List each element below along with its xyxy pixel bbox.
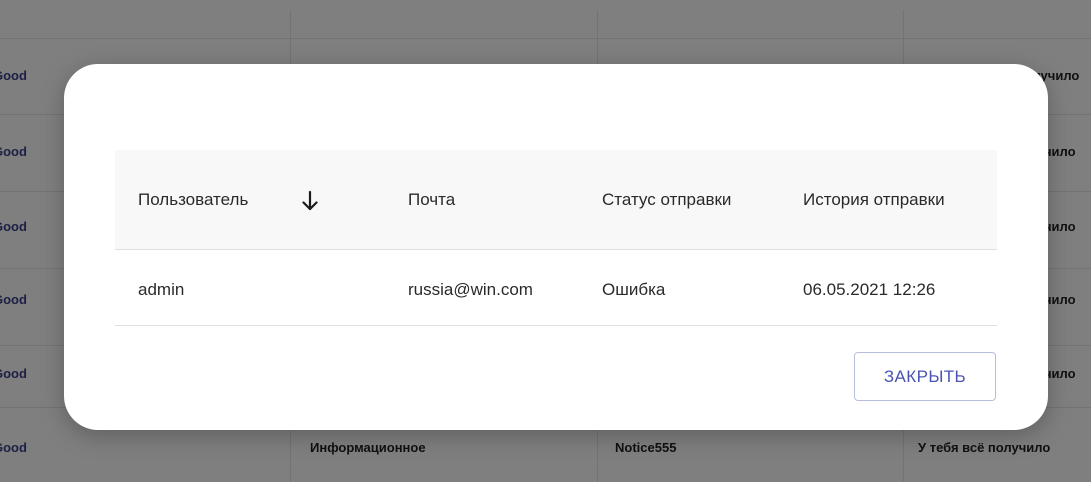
cell-history: 06.05.2021 12:26 bbox=[803, 280, 936, 299]
column-header-user[interactable]: Пользователь bbox=[138, 190, 248, 210]
close-button[interactable]: ЗАКРЫТЬ bbox=[854, 352, 996, 401]
column-header-history[interactable]: История отправки bbox=[803, 190, 945, 210]
arrow-down-icon[interactable] bbox=[302, 190, 318, 212]
cell-user: admin bbox=[138, 280, 185, 299]
cell-status: Ошибка bbox=[602, 280, 666, 299]
column-header-status[interactable]: Статус отправки bbox=[602, 190, 731, 210]
column-header-email[interactable]: Почта bbox=[408, 190, 455, 210]
send-history-table: Пользователь Почта Статус отправки Истор… bbox=[115, 150, 997, 326]
send-history-dialog: Пользователь Почта Статус отправки Истор… bbox=[64, 64, 1048, 430]
table-header-row: Пользователь Почта Статус отправки Истор… bbox=[115, 150, 997, 250]
table-row: admin russia@win.com Ошибка 06.05.2021 1… bbox=[115, 250, 997, 326]
cell-email: russia@win.com bbox=[408, 280, 533, 299]
